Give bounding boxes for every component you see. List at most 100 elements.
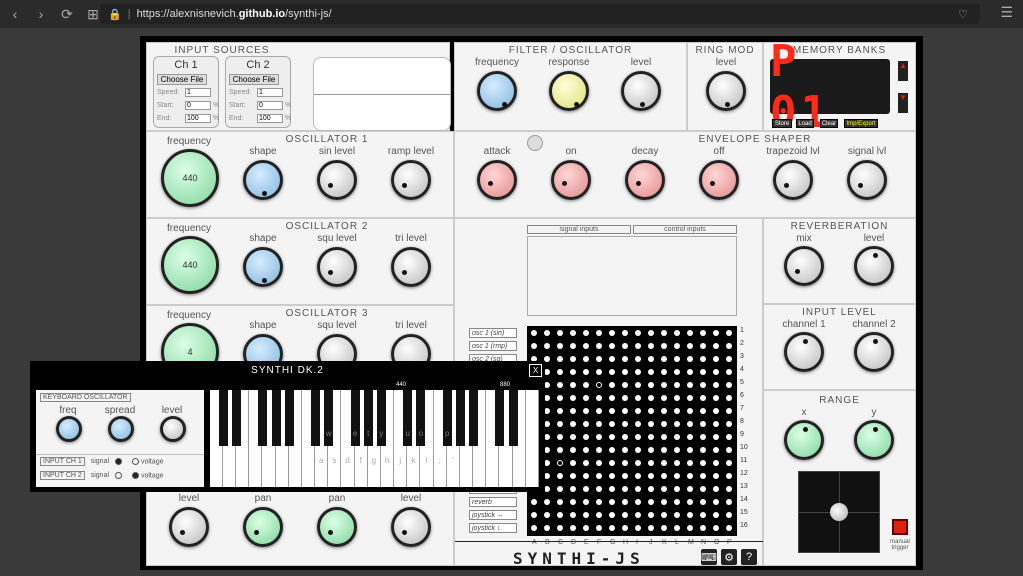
matrix-pin[interactable] — [713, 421, 719, 427]
pin-matrix[interactable] — [527, 326, 737, 536]
matrix-pin[interactable] — [583, 460, 589, 466]
matrix-pin[interactable] — [609, 421, 615, 427]
matrix-pin[interactable] — [661, 330, 667, 336]
matrix-pin[interactable] — [700, 356, 706, 362]
menu-icon[interactable]: ☰ — [1000, 4, 1013, 21]
matrix-pin[interactable] — [713, 395, 719, 401]
matrix-pin[interactable] — [635, 525, 641, 531]
matrix-pin[interactable] — [700, 486, 706, 492]
attack-knob[interactable] — [477, 160, 517, 200]
matrix-pin[interactable] — [622, 460, 628, 466]
osc1-ramp-level-knob[interactable] — [391, 160, 431, 200]
matrix-pin[interactable] — [687, 330, 693, 336]
matrix-pin[interactable] — [713, 525, 719, 531]
matrix-pin[interactable] — [544, 499, 550, 505]
range-x-knob[interactable] — [784, 420, 824, 460]
matrix-pin[interactable] — [570, 434, 576, 440]
channel1-choose-file-button[interactable]: Choose File — [157, 74, 207, 85]
matrix-pin[interactable] — [609, 499, 615, 505]
matrix-pin[interactable] — [635, 434, 641, 440]
matrix-pin[interactable] — [674, 512, 680, 518]
osc1-shape-knob[interactable] — [243, 160, 283, 200]
matrix-pin[interactable] — [726, 330, 732, 336]
matrix-pin[interactable] — [570, 356, 576, 362]
output2-level-knob[interactable] — [391, 507, 431, 547]
matrix-pin[interactable] — [648, 434, 654, 440]
matrix-pin[interactable] — [531, 512, 537, 518]
matrix-pin[interactable] — [661, 369, 667, 375]
matrix-pin[interactable] — [596, 421, 602, 427]
matrix-pin[interactable] — [635, 356, 641, 362]
matrix-pin[interactable] — [544, 512, 550, 518]
matrix-pin[interactable] — [596, 356, 602, 362]
osc2-tri-level-knob[interactable] — [391, 247, 431, 287]
osc1-frequency-knob[interactable]: 440 — [161, 149, 219, 207]
matrix-pin[interactable] — [609, 434, 615, 440]
matrix-pin[interactable] — [583, 499, 589, 505]
matrix-pin[interactable] — [570, 382, 576, 388]
matrix-pin[interactable] — [635, 330, 641, 336]
matrix-pin[interactable] — [700, 499, 706, 505]
matrix-pin[interactable] — [648, 395, 654, 401]
matrix-pin[interactable] — [622, 447, 628, 453]
matrix-pin[interactable] — [713, 460, 719, 466]
matrix-pin[interactable] — [557, 395, 563, 401]
matrix-pin[interactable] — [726, 408, 732, 414]
matrix-pin[interactable] — [726, 434, 732, 440]
dk-level-knob[interactable] — [160, 416, 186, 442]
ch1-voltage-radio[interactable] — [131, 458, 139, 465]
matrix-pin[interactable] — [609, 395, 615, 401]
black-key[interactable]: o — [416, 390, 426, 446]
matrix-pin[interactable] — [674, 486, 680, 492]
matrix-pin[interactable] — [674, 343, 680, 349]
matrix-pin[interactable] — [674, 434, 680, 440]
matrix-pin[interactable] — [570, 512, 576, 518]
matrix-pin[interactable] — [596, 512, 602, 518]
matrix-pin[interactable] — [674, 369, 680, 375]
keyboard-icon[interactable]: ⌨ — [701, 549, 717, 565]
matrix-pin[interactable] — [596, 447, 602, 453]
matrix-pin[interactable] — [648, 499, 654, 505]
matrix-pin[interactable] — [726, 499, 732, 505]
matrix-pin[interactable] — [661, 382, 667, 388]
black-key[interactable] — [284, 390, 294, 446]
matrix-pin[interactable] — [622, 512, 628, 518]
black-key[interactable] — [232, 390, 242, 446]
matrix-pin[interactable] — [713, 330, 719, 336]
matrix-pin[interactable] — [661, 460, 667, 466]
matrix-pin[interactable] — [687, 382, 693, 388]
matrix-pin[interactable] — [583, 525, 589, 531]
matrix-pin[interactable] — [700, 382, 706, 388]
matrix-pin[interactable] — [531, 330, 537, 336]
matrix-pin[interactable] — [648, 408, 654, 414]
matrix-pin[interactable] — [609, 460, 615, 466]
matrix-pin[interactable] — [583, 421, 589, 427]
black-key[interactable] — [219, 390, 228, 446]
black-key[interactable]: e — [350, 390, 360, 446]
matrix-pin[interactable] — [661, 512, 667, 518]
matrix-pin[interactable] — [726, 369, 732, 375]
matrix-pin[interactable] — [726, 525, 732, 531]
output1-level-knob[interactable] — [169, 507, 209, 547]
matrix-pin[interactable] — [557, 525, 563, 531]
matrix-pin[interactable] — [635, 512, 641, 518]
matrix-pin[interactable] — [583, 408, 589, 414]
matrix-pin[interactable] — [700, 421, 706, 427]
matrix-pin[interactable] — [609, 408, 615, 414]
matrix-pin[interactable] — [596, 486, 602, 492]
matrix-pin[interactable] — [648, 473, 654, 479]
input-channel1-knob[interactable] — [784, 332, 824, 372]
matrix-pin[interactable] — [661, 473, 667, 479]
matrix-pin[interactable] — [583, 356, 589, 362]
memory-up-button[interactable]: ▲ — [898, 61, 908, 81]
matrix-pin[interactable] — [713, 369, 719, 375]
black-key[interactable] — [258, 390, 268, 446]
matrix-pin[interactable] — [661, 499, 667, 505]
matrix-pin[interactable] — [544, 343, 550, 349]
matrix-pin[interactable] — [570, 330, 576, 336]
help-icon[interactable]: ? — [741, 549, 757, 565]
matrix-pin[interactable] — [596, 434, 602, 440]
matrix-pin[interactable] — [596, 395, 602, 401]
matrix-pin[interactable] — [635, 382, 641, 388]
reverb-mix-knob[interactable] — [784, 246, 824, 286]
